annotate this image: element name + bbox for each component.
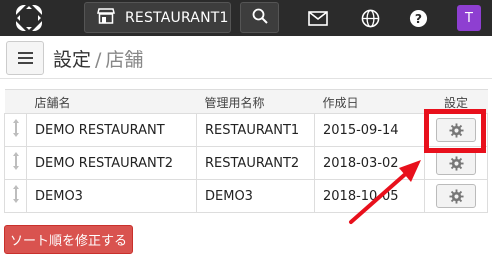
- page-title-main: 設定: [53, 49, 92, 71]
- created-date-cell: 2018-03-02: [314, 146, 425, 180]
- table-row: DEMO RESTAURANT2 RESTAURANT2 2018-03-02: [4, 146, 488, 180]
- drag-handle[interactable]: [4, 146, 27, 180]
- logo-icon[interactable]: [13, 2, 45, 34]
- gear-icon: [448, 155, 464, 171]
- table-row: DEMO3 DEMO3 2018-10-05: [4, 179, 488, 213]
- mail-icon[interactable]: [307, 7, 329, 29]
- drag-handle[interactable]: [4, 113, 27, 147]
- top-navbar: RESTAURANT1 ? T: [0, 0, 492, 36]
- user-avatar[interactable]: T: [457, 5, 481, 31]
- store-name-cell: DEMO RESTAURANT2: [26, 146, 197, 180]
- column-header-admin-name: 管理用名称: [196, 89, 315, 114]
- hamburger-icon: [17, 52, 33, 54]
- handle-column-header: [4, 89, 27, 114]
- admin-name-cell: RESTAURANT1: [196, 113, 315, 147]
- store-table: 店舗名 管理用名称 作成日 設定 DEMO RESTAURANT RESTAUR…: [4, 89, 488, 213]
- store-selector-button[interactable]: RESTAURANT1: [84, 2, 231, 33]
- hamburger-icon-bar: [17, 57, 33, 59]
- drag-handle-icon: [12, 152, 19, 170]
- svg-text:?: ?: [414, 11, 421, 25]
- created-date-cell: 2018-10-05: [314, 179, 425, 213]
- store-name-cell: DEMO3: [26, 179, 197, 213]
- created-date-cell: 2015-09-14: [314, 113, 425, 147]
- settings-cell: [424, 179, 488, 213]
- title-divider: [0, 78, 492, 79]
- breadcrumb-separator: /: [95, 49, 102, 71]
- settings-button[interactable]: [436, 151, 476, 175]
- annotation-highlight-box: [424, 109, 486, 153]
- globe-icon[interactable]: [359, 7, 381, 29]
- page-title-sub: 店舗: [105, 49, 144, 71]
- drag-handle[interactable]: [4, 179, 27, 213]
- fix-sort-order-button[interactable]: ソート順を修正する: [4, 225, 133, 254]
- table-header-row: 店舗名 管理用名称 作成日 設定: [4, 89, 488, 114]
- admin-name-cell: RESTAURANT2: [196, 146, 315, 180]
- menu-toggle-button[interactable]: [6, 41, 44, 75]
- search-icon: [252, 8, 268, 28]
- store-icon: [97, 7, 115, 28]
- gear-icon: [448, 188, 464, 204]
- store-name-cell: DEMO RESTAURANT: [26, 113, 197, 147]
- drag-handle-icon: [12, 119, 19, 137]
- drag-handle-icon: [12, 185, 19, 203]
- column-header-created: 作成日: [314, 89, 425, 114]
- column-header-store-name: 店舗名: [26, 89, 197, 114]
- help-icon[interactable]: ?: [407, 7, 429, 29]
- store-name: RESTAURANT1: [125, 9, 229, 26]
- hamburger-icon-bar: [17, 62, 33, 64]
- settings-button[interactable]: [436, 184, 476, 208]
- page-title: 設定 / 店舗: [53, 45, 143, 72]
- admin-name-cell: DEMO3: [196, 179, 315, 213]
- table-row: DEMO RESTAURANT RESTAURANT1 2015-09-14: [4, 113, 488, 147]
- search-button[interactable]: [240, 2, 279, 33]
